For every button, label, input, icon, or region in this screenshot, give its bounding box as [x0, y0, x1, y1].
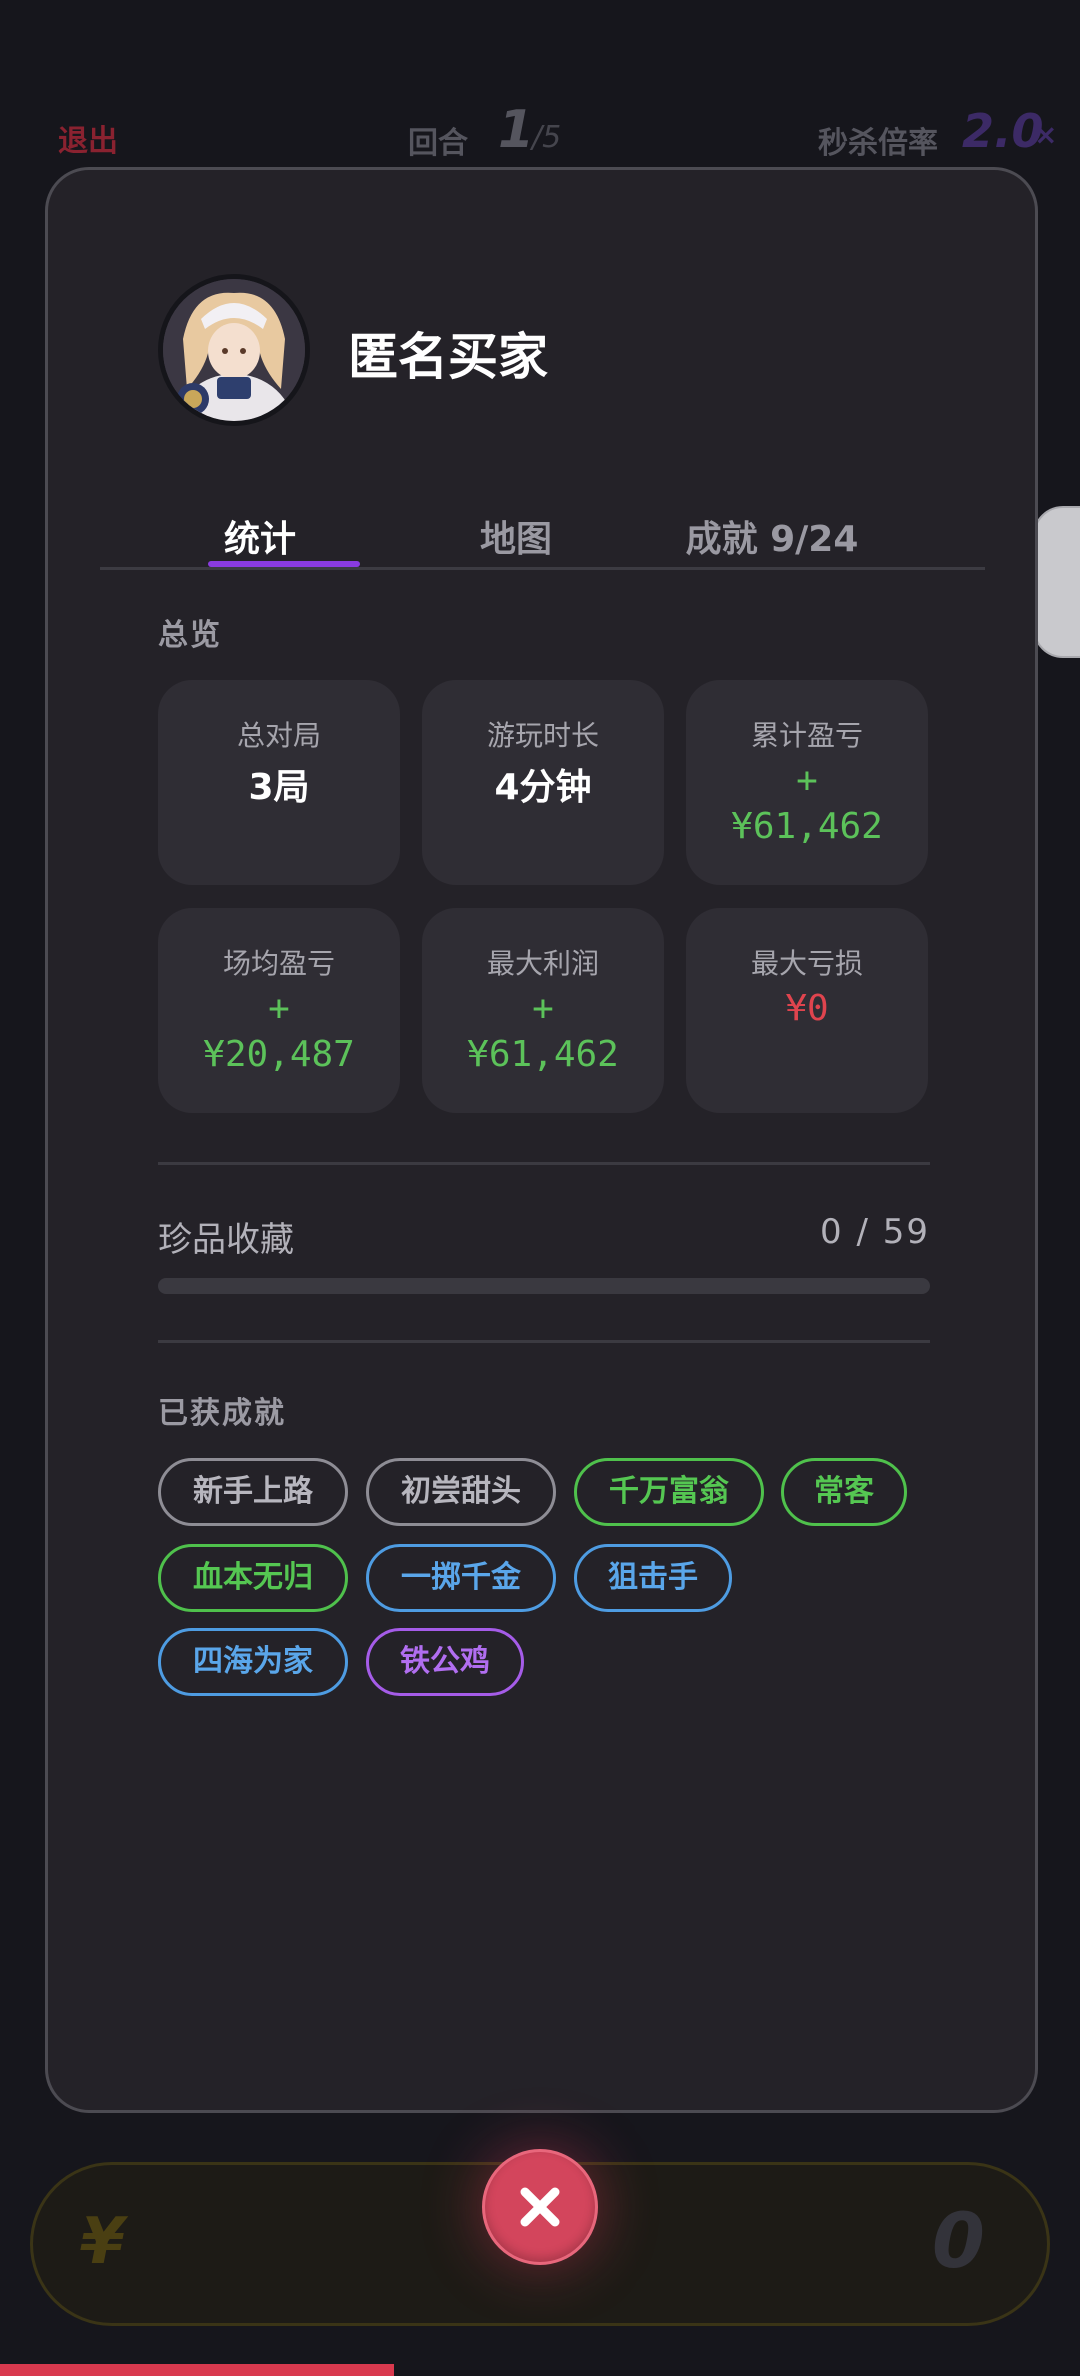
player-profile-modal: 匿名买家 统计 地图 成就 9/24 总览 总对局 3局 游玩时长 4分钟 累计… — [45, 167, 1038, 2113]
stat-label: 总对局 — [236, 719, 321, 752]
collection-label: 珍品收藏 — [158, 1220, 294, 1260]
stat-card-avg-profit: 场均盈亏 + ¥20,487 — [158, 908, 400, 1113]
username: 匿名买家 — [348, 328, 548, 386]
stat-label: 游玩时长 — [486, 719, 599, 752]
divider — [158, 1162, 930, 1165]
divider — [158, 1340, 930, 1343]
stat-card-total-profit: 累计盈亏 + ¥61,462 — [686, 680, 928, 885]
anime-girl-avatar-icon — [163, 279, 305, 421]
collection-progress-bar — [158, 1278, 930, 1294]
avatar — [158, 274, 310, 426]
achievement-badge[interactable]: 初尝甜头 — [366, 1458, 556, 1526]
achievement-badge[interactable]: 新手上路 — [158, 1458, 348, 1526]
stat-value: + ¥61,462 — [422, 986, 664, 1078]
value-sign: + — [532, 988, 554, 1029]
collection-count: 0 / 59 — [820, 1212, 930, 1252]
value-amount: ¥61,462 — [731, 806, 883, 847]
close-icon — [520, 2187, 560, 2227]
stat-value: + ¥20,487 — [158, 986, 400, 1078]
rate-label: 秒杀倍率 — [818, 126, 938, 161]
achievement-badge[interactable]: 铁公鸡 — [366, 1628, 524, 1696]
stat-value: 4分钟 — [494, 767, 592, 808]
achievement-badge[interactable]: 血本无归 — [158, 1544, 348, 1612]
stat-label: 最大亏损 — [750, 947, 863, 980]
stat-value: ¥0 — [785, 988, 829, 1029]
tab-bar: 统计 地图 成就 9/24 — [100, 490, 985, 570]
stat-label: 场均盈亏 — [222, 947, 335, 980]
round-total: /5 — [532, 120, 562, 155]
currency-symbol: ¥ — [80, 2205, 125, 2279]
achievement-badge[interactable]: 一掷千金 — [366, 1544, 556, 1612]
overview-title: 总览 — [158, 618, 222, 653]
timer-progress-bar — [0, 2364, 394, 2376]
achievement-badge[interactable]: 常客 — [781, 1458, 907, 1526]
active-tab-indicator — [208, 561, 360, 567]
stat-value: 3局 — [248, 767, 310, 808]
achievements-title: 已获成就 — [158, 1396, 286, 1431]
stat-value: + ¥61,462 — [686, 758, 928, 850]
rate-value: 2.0 — [962, 104, 1044, 158]
achievement-badge[interactable]: 千万富翁 — [574, 1458, 764, 1526]
close-button[interactable] — [482, 2149, 598, 2265]
background-header: 退出 回合 1 /5 秒杀倍率 2.0 × — [0, 100, 1080, 168]
stat-card-total-games: 总对局 3局 — [158, 680, 400, 885]
value-amount: ¥61,462 — [467, 1034, 619, 1075]
exit-button[interactable]: 退出 — [58, 116, 118, 160]
stat-label: 最大利润 — [486, 947, 599, 980]
tab-stats[interactable]: 统计 — [130, 510, 390, 562]
tab-map[interactable]: 地图 — [386, 510, 646, 562]
round-label: 回合 — [408, 126, 468, 161]
tab-achievements[interactable]: 成就 9/24 — [642, 510, 902, 562]
round-current: 1 — [498, 100, 535, 160]
value-amount: ¥20,487 — [203, 1034, 355, 1075]
achievement-badge[interactable]: 四海为家 — [158, 1628, 348, 1696]
stat-card-max-loss: 最大亏损 ¥0 — [686, 908, 928, 1113]
balance-value: 0 — [932, 2196, 985, 2285]
rate-suffix: × — [1034, 118, 1058, 151]
stat-card-max-profit: 最大利润 + ¥61,462 — [422, 908, 664, 1113]
value-sign: + — [796, 760, 818, 801]
stat-label: 累计盈亏 — [750, 719, 863, 752]
stat-card-play-time: 游玩时长 4分钟 — [422, 680, 664, 885]
achievement-badge[interactable]: 狙击手 — [574, 1544, 732, 1612]
side-drawer-tab[interactable] — [1033, 506, 1080, 658]
value-sign: + — [268, 988, 290, 1029]
